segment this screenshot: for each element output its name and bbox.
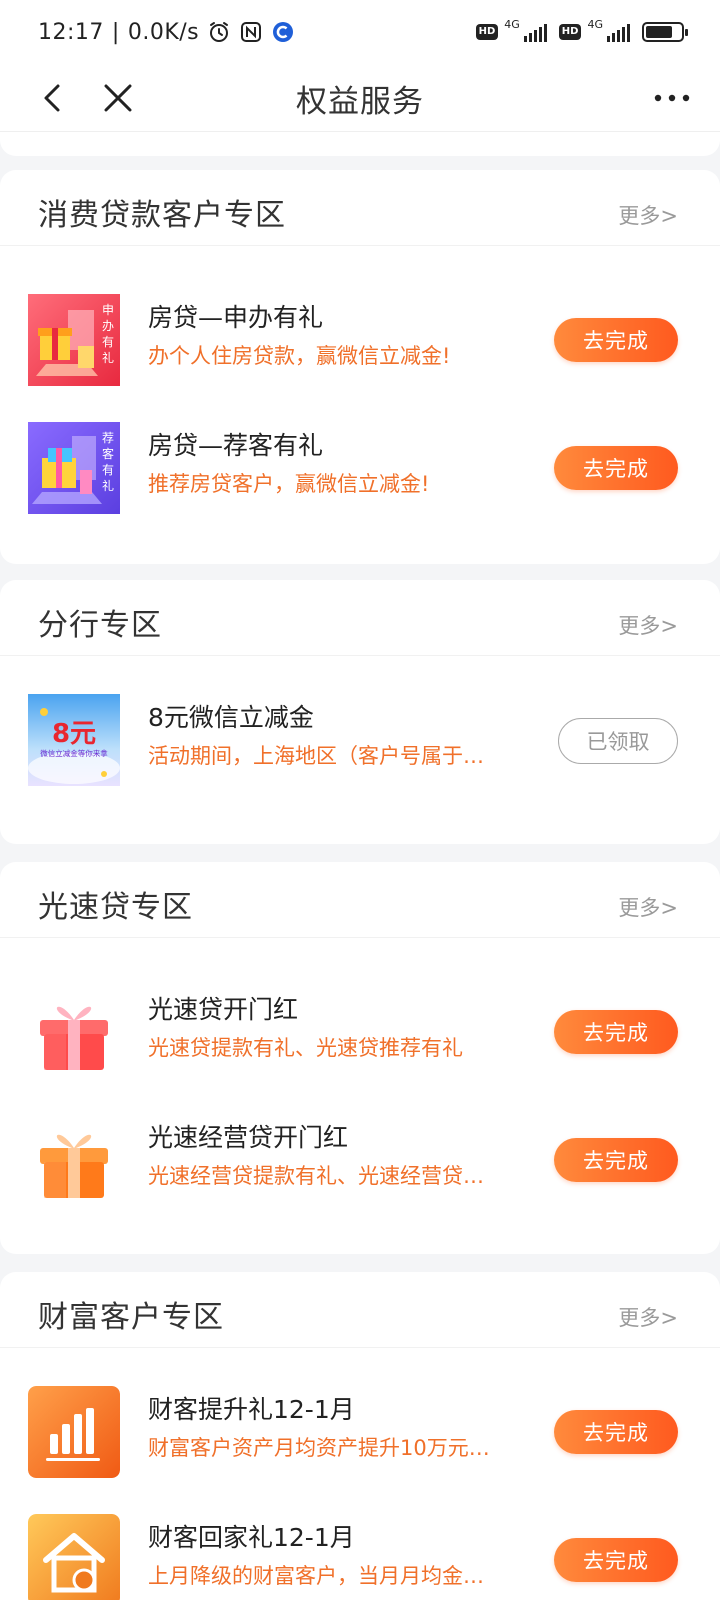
section-express-loan: 光速贷专区 更多> 光速贷开门红 光速贷提款有礼、光速贷推荐有礼 去完成 光速经… (0, 862, 720, 1254)
item-description: 财富客户资产月均资产提升10万元… (148, 1436, 490, 1460)
section-branch: 分行专区 更多> 8元 微信立减金等你来拿 8元微信立减金 活动期间，上海地区（… (0, 580, 720, 844)
item-title: 房贷—荐客有礼 (148, 431, 324, 460)
section-more-link[interactable]: 更多> (618, 1302, 678, 1332)
orange-gift-box-icon (28, 1114, 120, 1206)
section-header: 光速贷专区 更多> (0, 862, 720, 938)
status-right: HD 4G HD 4G (475, 18, 688, 42)
list-item[interactable]: 光速贷开门红 光速贷提款有礼、光速贷推荐有礼 去完成 (0, 968, 720, 1096)
section-consumer-loan: 消费贷款客户专区 更多> 申 办 有 礼 房贷—申办有礼 办个人住房贷款，赢微信… (0, 170, 720, 564)
svg-text:有: 有 (102, 463, 114, 477)
section-wealth: 财富客户专区 更多> 财客提升礼12-1月 财富客户资产月均资产提升10万元… … (0, 1272, 720, 1600)
more-options-icon[interactable] (650, 78, 694, 118)
section-more-link[interactable]: 更多> (618, 610, 678, 640)
complete-button[interactable]: 去完成 (554, 1010, 678, 1054)
thumb-caption: 微信立减金等你来拿 (40, 748, 108, 758)
section-more-link[interactable]: 更多> (618, 892, 678, 922)
status-divider: | (111, 19, 120, 45)
home-icon (28, 1514, 120, 1600)
item-title: 财客提升礼12-1月 (148, 1395, 355, 1424)
section-more-link[interactable]: 更多> (618, 200, 678, 230)
item-description: 活动期间，上海地区（客户号属于… (148, 744, 484, 768)
status-bar: 12:17 | 0.0K/s HD 4G HD 4G (0, 0, 720, 64)
svg-text:礼: 礼 (102, 478, 114, 493)
house-loan-referral-thumbnail: 荐 客 有 礼 (28, 422, 120, 514)
thumb-vertical-text: 申 (102, 303, 114, 317)
complete-button[interactable]: 去完成 (554, 318, 678, 362)
complete-button[interactable]: 去完成 (554, 1538, 678, 1582)
status-left: 12:17 | 0.0K/s (38, 20, 295, 45)
item-title: 8元微信立减金 (148, 703, 314, 732)
list-item[interactable]: 光速经营贷开门红 光速经营贷提款有礼、光速经营贷… 去完成 (0, 1096, 720, 1224)
page-title: 权益服务 (296, 84, 424, 120)
wechat-coupon-thumbnail: 8元 微信立减金等你来拿 (28, 694, 120, 786)
list-item[interactable]: 财客提升礼12-1月 财富客户资产月均资产提升10万元… 去完成 (0, 1368, 720, 1496)
svg-text:办: 办 (102, 318, 114, 333)
complete-button[interactable]: 去完成 (554, 1138, 678, 1182)
thumb-amount: 8元 (52, 719, 96, 749)
battery-level (646, 26, 672, 38)
status-speed: 0.0K/s (127, 19, 200, 45)
bar-chart-icon (28, 1386, 120, 1478)
nfc-icon (241, 22, 262, 42)
house-loan-apply-thumbnail: 申 办 有 礼 (28, 294, 120, 386)
item-description: 光速贷提款有礼、光速贷推荐有礼 (148, 1036, 463, 1060)
item-title: 光速经营贷开门红 (148, 1123, 349, 1152)
red-gift-box-icon (28, 986, 120, 1078)
list-item[interactable]: 申 办 有 礼 房贷—申办有礼 办个人住房贷款，赢微信立减金! 去完成 (0, 276, 720, 404)
svg-text:荐: 荐 (102, 431, 114, 445)
section-title: 财富客户专区 (38, 1300, 224, 1335)
item-description: 办个人住房贷款，赢微信立减金! (148, 344, 451, 368)
item-title: 房贷—申办有礼 (148, 303, 324, 332)
signal-icon-2 (607, 22, 630, 42)
section-header: 消费贷款客户专区 更多> (0, 170, 720, 246)
nav-bar: 权益服务 (0, 64, 720, 132)
complete-button[interactable]: 去完成 (554, 1410, 678, 1454)
section-title: 消费贷款客户专区 (38, 198, 286, 233)
svg-text:礼: 礼 (102, 350, 114, 365)
previous-section-bottom (0, 132, 720, 156)
hd-badge-1: HD (475, 24, 499, 40)
section-title: 光速贷专区 (38, 890, 193, 925)
section-header: 财富客户专区 更多> (0, 1272, 720, 1348)
claimed-button[interactable]: 已领取 (558, 718, 678, 764)
item-title: 财客回家礼12-1月 (148, 1523, 355, 1552)
item-description: 光速经营贷提款有礼、光速经营贷… (148, 1164, 484, 1188)
section-title: 分行专区 (38, 608, 162, 643)
hd-badge-2: HD (558, 24, 582, 40)
svg-text:客: 客 (102, 446, 114, 461)
item-title: 光速贷开门红 (148, 995, 299, 1024)
svg-text:有: 有 (102, 335, 114, 349)
app-notification-icon (273, 22, 294, 42)
list-item[interactable]: 财客回家礼12-1月 上月降级的财富客户，当月月均金… 去完成 (0, 1496, 720, 1600)
signal-icon-1 (523, 22, 547, 42)
complete-button[interactable]: 去完成 (554, 446, 678, 490)
section-header: 分行专区 更多> (0, 580, 720, 656)
list-item[interactable]: 荐 客 有 礼 房贷—荐客有礼 推荐房贷客户，赢微信立减金! 去完成 (0, 404, 720, 532)
status-time: 12:17 (38, 19, 104, 45)
item-description: 上月降级的财富客户，当月月均金… (148, 1564, 484, 1588)
battery-icon (642, 22, 688, 42)
network-label-1: 4G (504, 17, 520, 31)
alarm-icon (210, 22, 229, 42)
list-item[interactable]: 8元 微信立减金等你来拿 8元微信立减金 活动期间，上海地区（客户号属于… 已领… (0, 676, 720, 804)
item-description: 推荐房贷客户，赢微信立减金! (148, 472, 430, 496)
network-label-2: 4G (587, 17, 603, 31)
